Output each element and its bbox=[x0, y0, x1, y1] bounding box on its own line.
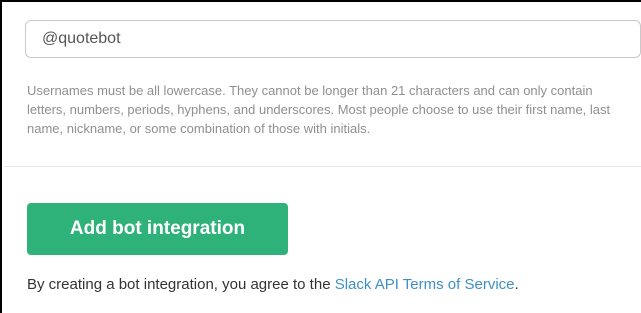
section-divider bbox=[4, 166, 641, 167]
terms-of-service-link[interactable]: Slack API Terms of Service bbox=[335, 276, 515, 293]
bot-integration-form: Usernames must be all lowercase. They ca… bbox=[0, 0, 641, 313]
username-help-text: Usernames must be all lowercase. They ca… bbox=[27, 83, 611, 136]
terms-prefix-text: By creating a bot integration, you agree… bbox=[27, 276, 335, 293]
terms-notice: By creating a bot integration, you agree… bbox=[27, 276, 519, 293]
username-input[interactable] bbox=[25, 20, 641, 58]
terms-suffix-text: . bbox=[514, 276, 519, 293]
add-bot-integration-button[interactable]: Add bot integration bbox=[27, 203, 288, 255]
